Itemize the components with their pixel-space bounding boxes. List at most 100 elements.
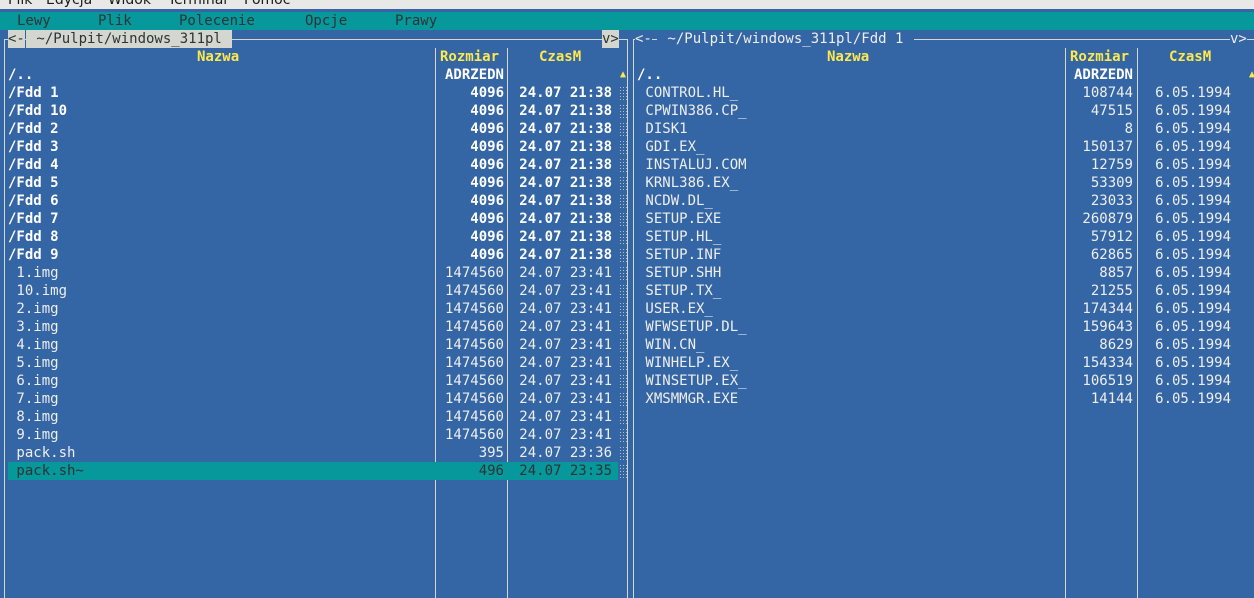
scrollbar-track-cell[interactable] (618, 138, 628, 156)
scrollbar-track-cell[interactable] (618, 84, 628, 102)
scrollbar-track-cell[interactable] (618, 408, 628, 426)
left-header-size[interactable]: Rozmiar (440, 48, 499, 66)
table-row[interactable]: /Fdd 8 4096 24.07 21:38 (4, 228, 628, 246)
table-row[interactable]: 1.img 1474560 24.07 23:41 (4, 264, 628, 282)
scrollbar-track-cell[interactable] (618, 300, 628, 318)
scrollbar-track-cell[interactable] (618, 102, 628, 120)
file-name: /Fdd 4 (8, 157, 59, 173)
file-size: 8857 (1099, 265, 1133, 281)
table-row[interactable]: /.. ADRZEDN (4, 66, 628, 84)
terminal-menu-view[interactable]: Widok (108, 0, 151, 9)
right-header-size[interactable]: Rozmiar (1070, 48, 1129, 66)
left-panel[interactable]: <- ~/Pulpit/windows_311pl v> Nazwa Rozmi… (4, 30, 628, 598)
table-row[interactable]: pack.sh~ 496 24.07 23:35 (8, 462, 618, 480)
table-row[interactable]: 5.img 1474560 24.07 23:41 (4, 354, 628, 372)
file-name: WINHELP.EX_ (637, 355, 739, 371)
mc-menu-right[interactable]: Prawy (395, 12, 437, 30)
mc-menu-options[interactable]: Opcje (305, 12, 347, 30)
table-row[interactable]: XMSMMGR.EXE 14144 6.05.1994 (633, 390, 1254, 408)
scrollbar-track-cell[interactable] (618, 336, 628, 354)
table-row[interactable]: /Fdd 7 4096 24.07 21:38 (4, 210, 628, 228)
scrollbar-track-cell[interactable] (618, 246, 628, 264)
table-row[interactable]: 3.img 1474560 24.07 23:41 (4, 318, 628, 336)
table-row[interactable]: 8.img 1474560 24.07 23:41 (4, 408, 628, 426)
left-panel-dir-menu-button[interactable]: v> (602, 30, 619, 48)
table-row[interactable]: 10.img 1474560 24.07 23:41 (4, 282, 628, 300)
mc-menu-left[interactable]: Lewy (17, 12, 51, 30)
file-name: pack.sh (8, 445, 76, 461)
table-row[interactable]: WINHELP.EX_ 154334 6.05.1994 (633, 354, 1254, 372)
table-row[interactable]: INSTALUJ.COM 12759 6.05.1994 (633, 156, 1254, 174)
right-panel-history-button[interactable]: <- (635, 30, 652, 48)
scrollbar-track-cell[interactable] (618, 228, 628, 246)
table-row[interactable]: WFWSETUP.DL_ 159643 6.05.1994 (633, 318, 1254, 336)
scrollbar-track-cell[interactable] (618, 282, 628, 300)
right-scroll-up-icon[interactable]: ▲ (1249, 66, 1254, 84)
scrollbar-track-cell[interactable] (618, 264, 628, 282)
table-row[interactable]: DISK1 8 6.05.1994 (633, 120, 1254, 138)
right-panel-dir-menu-button[interactable]: v> (1230, 30, 1247, 48)
table-row[interactable]: 7.img 1474560 24.07 23:41 (4, 390, 628, 408)
table-row[interactable]: SETUP.SHH 8857 6.05.1994 (633, 264, 1254, 282)
table-row[interactable]: GDI.EX_ 150137 6.05.1994 (633, 138, 1254, 156)
scrollbar-track-cell[interactable] (618, 462, 628, 480)
right-header-mtime[interactable]: CzasM (1169, 48, 1211, 66)
file-mtime: 6.05.1994 (1155, 247, 1231, 263)
table-row[interactable]: 4.img 1474560 24.07 23:41 (4, 336, 628, 354)
scrollbar-track-cell[interactable] (618, 120, 628, 138)
scrollbar-track-cell[interactable] (618, 372, 628, 390)
terminal-menu-file[interactable]: Plik (8, 0, 32, 9)
table-row[interactable]: /Fdd 10 4096 24.07 21:38 (4, 102, 628, 120)
terminal-menu-help[interactable]: Pomoc (244, 0, 290, 9)
scrollbar-track-cell[interactable] (618, 426, 628, 444)
table-row[interactable]: 9.img 1474560 24.07 23:41 (4, 426, 628, 444)
table-row[interactable]: WINSETUP.EX_ 106519 6.05.1994 (633, 372, 1254, 390)
left-header-name[interactable]: Nazwa (197, 48, 239, 66)
table-row[interactable]: /.. ADRZEDN (633, 66, 1254, 84)
left-scrollbar[interactable] (618, 84, 628, 480)
table-row[interactable]: SETUP.HL_ 57912 6.05.1994 (633, 228, 1254, 246)
mc-menu-file[interactable]: Plik (98, 12, 132, 30)
right-panel[interactable]: <- ~/Pulpit/windows_311pl/Fdd 1 v> Nazwa… (633, 30, 1254, 598)
scrollbar-track-cell[interactable] (618, 174, 628, 192)
right-header-name[interactable]: Nazwa (827, 48, 869, 66)
table-row[interactable]: NCDW.DL_ 23033 6.05.1994 (633, 192, 1254, 210)
table-row[interactable]: CPWIN386.CP_ 47515 6.05.1994 (633, 102, 1254, 120)
file-size: 4096 (470, 175, 504, 191)
scrollbar-track-cell[interactable] (618, 318, 628, 336)
file-mtime: 24.07 21:38 (519, 175, 612, 191)
table-row[interactable]: SETUP.EXE 260879 6.05.1994 (633, 210, 1254, 228)
left-scroll-up-icon[interactable]: ▲ (620, 66, 626, 84)
table-row[interactable]: USER.EX_ 174344 6.05.1994 (633, 300, 1254, 318)
table-row[interactable]: /Fdd 9 4096 24.07 21:38 (4, 246, 628, 264)
scrollbar-track-cell[interactable] (618, 390, 628, 408)
table-row[interactable]: SETUP.INF 62865 6.05.1994 (633, 246, 1254, 264)
terminal-menu-terminal[interactable]: Terminal (168, 0, 227, 9)
table-row[interactable]: WIN.CN_ 8629 6.05.1994 (633, 336, 1254, 354)
table-row[interactable]: /Fdd 6 4096 24.07 21:38 (4, 192, 628, 210)
table-row[interactable]: pack.sh 395 24.07 23:36 (4, 444, 628, 462)
scrollbar-track-cell[interactable] (618, 156, 628, 174)
left-header-mtime[interactable]: CzasM (539, 48, 581, 66)
table-row[interactable]: /Fdd 5 4096 24.07 21:38 (4, 174, 628, 192)
table-row[interactable]: KRNL386.EX_ 53309 6.05.1994 (633, 174, 1254, 192)
file-name: /Fdd 2 (8, 121, 59, 137)
table-row[interactable]: /Fdd 3 4096 24.07 21:38 (4, 138, 628, 156)
scrollbar-track-cell[interactable] (618, 192, 628, 210)
scrollbar-track-cell[interactable] (618, 444, 628, 462)
table-row[interactable]: 6.img 1474560 24.07 23:41 (4, 372, 628, 390)
mc-menu-command[interactable]: Polecenie (179, 12, 255, 30)
table-row[interactable]: 2.img 1474560 24.07 23:41 (4, 300, 628, 318)
file-size: 14144 (1090, 391, 1133, 407)
terminal-menu-edit[interactable]: Edycja (46, 0, 92, 9)
scrollbar-track-cell[interactable] (618, 210, 628, 228)
scrollbar-track-cell[interactable] (618, 354, 628, 372)
table-row[interactable]: /Fdd 1 4096 24.07 21:38 (4, 84, 628, 102)
left-panel-history-button[interactable]: <- (8, 30, 25, 48)
table-row[interactable]: SETUP.TX_ 21255 6.05.1994 (633, 282, 1254, 300)
table-row[interactable]: CONTROL.HL_ 108744 6.05.1994 (633, 84, 1254, 102)
table-row[interactable]: /Fdd 2 4096 24.07 21:38 (4, 120, 628, 138)
table-row[interactable]: /Fdd 4 4096 24.07 21:38 (4, 156, 628, 174)
right-panel-path: ~/Pulpit/windows_311pl/Fdd 1 (657, 30, 914, 48)
file-mtime: 6.05.1994 (1155, 373, 1231, 389)
